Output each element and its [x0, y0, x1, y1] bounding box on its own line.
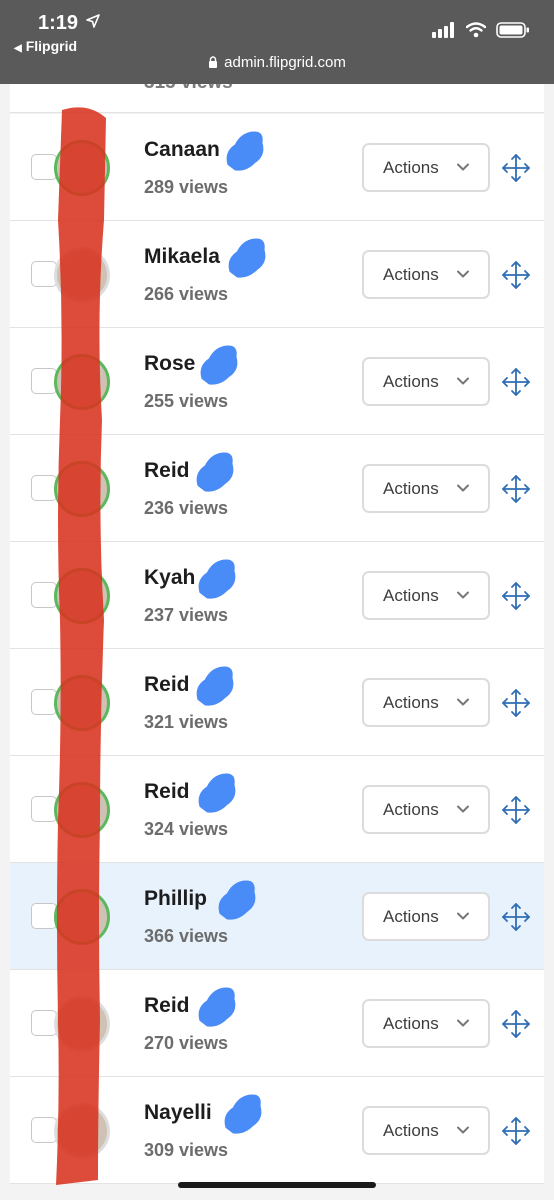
blue-redaction-scribble [200, 345, 238, 385]
chevron-down-icon [457, 1019, 469, 1027]
move-arrows-icon[interactable] [501, 260, 531, 290]
view-count: 255 views [144, 391, 229, 411]
location-arrow-icon [86, 14, 100, 28]
view-count: 366 views [144, 926, 229, 946]
blue-redaction-scribble [218, 880, 256, 920]
back-to-app-button[interactable]: ◀ Flipgrid [14, 38, 77, 54]
actions-dropdown-button[interactable]: Actions [362, 143, 490, 192]
view-count: 236 views [144, 498, 229, 518]
url-text: admin.flipgrid.com [224, 54, 346, 71]
cell-signal-icon [432, 22, 454, 38]
student-name: Reid [144, 673, 190, 696]
student-name: Reid [144, 994, 190, 1017]
actions-label: Actions [383, 371, 439, 391]
actions-label: Actions [383, 157, 439, 177]
student-name: Canaan [144, 138, 220, 161]
view-count: 266 views [144, 284, 229, 304]
chevron-down-icon [457, 805, 469, 813]
view-count: 321 views [144, 712, 229, 732]
red-redaction-scribble [56, 107, 106, 1185]
actions-label: Actions [383, 585, 439, 605]
blue-redaction-scribble [226, 131, 264, 171]
move-arrows-icon[interactable] [501, 153, 531, 183]
chevron-down-icon [457, 698, 469, 706]
move-arrows-icon[interactable] [501, 1009, 531, 1039]
move-arrows-icon[interactable] [501, 688, 531, 718]
blue-redaction-scribble [224, 1094, 262, 1134]
move-arrows-icon[interactable] [501, 902, 531, 932]
student-name: Kyah [144, 566, 196, 589]
actions-dropdown-button[interactable]: Actions [362, 785, 490, 834]
student-name: Reid [144, 780, 190, 803]
student-name: Rose [144, 352, 196, 375]
actions-label: Actions [383, 692, 439, 712]
chevron-down-icon [457, 1126, 469, 1134]
actions-dropdown-button[interactable]: Actions [362, 357, 490, 406]
move-arrows-icon[interactable] [501, 795, 531, 825]
chevron-down-icon [457, 912, 469, 920]
back-app-label: Flipgrid [25, 38, 78, 54]
move-arrows-icon[interactable] [501, 367, 531, 397]
actions-dropdown-button[interactable]: Actions [362, 250, 490, 299]
lock-icon [209, 56, 218, 68]
peek-views: 315 views [144, 84, 233, 94]
system-icons [432, 22, 530, 38]
student-name: Nayelli [144, 1101, 212, 1124]
blue-redaction-scribble [198, 987, 236, 1027]
actions-dropdown-button[interactable]: Actions [362, 571, 490, 620]
blue-redaction-scribble [196, 452, 234, 492]
chevron-down-icon [457, 377, 469, 385]
blue-redaction-scribble [196, 666, 234, 706]
view-count: 289 views [144, 177, 229, 197]
actions-label: Actions [383, 1120, 439, 1140]
actions-label: Actions [383, 906, 439, 926]
chevron-down-icon [457, 591, 469, 599]
view-count: 324 views [144, 819, 229, 839]
chevron-down-icon [457, 270, 469, 278]
actions-dropdown-button[interactable]: Actions [362, 464, 490, 513]
chevron-down-icon [457, 484, 469, 492]
battery-icon [496, 22, 529, 38]
status-time: 1:19 [38, 12, 79, 34]
move-arrows-icon[interactable] [501, 474, 531, 504]
chevron-down-icon [457, 163, 469, 171]
home-indicator[interactable] [178, 1182, 376, 1188]
view-count: 270 views [144, 1033, 229, 1053]
actions-label: Actions [383, 799, 439, 819]
student-name: Reid [144, 459, 190, 482]
address-bar[interactable]: admin.flipgrid.com [0, 54, 554, 71]
move-arrows-icon[interactable] [501, 1116, 531, 1146]
actions-dropdown-button[interactable]: Actions [362, 678, 490, 727]
actions-label: Actions [383, 264, 439, 284]
actions-dropdown-button[interactable]: Actions [362, 999, 490, 1048]
actions-dropdown-button[interactable]: Actions [362, 1106, 490, 1155]
student-name: Mikaela [144, 245, 220, 268]
blue-redaction-scribble [228, 238, 266, 278]
wifi-icon [466, 22, 486, 38]
back-arrow-icon: ◀ [14, 43, 22, 54]
blue-redaction-scribble [198, 773, 236, 813]
actions-dropdown-button[interactable]: Actions [362, 892, 490, 941]
student-name: Phillip [144, 887, 207, 910]
blue-redaction-scribble [198, 559, 236, 599]
actions-label: Actions [383, 478, 439, 498]
view-count: 309 views [144, 1140, 229, 1160]
move-arrows-icon[interactable] [501, 581, 531, 611]
ios-status-bar: 1:19 ◀ Flipgrid admin.flipgrid.com [0, 0, 554, 84]
actions-label: Actions [383, 1013, 439, 1033]
view-count: 237 views [144, 605, 229, 625]
